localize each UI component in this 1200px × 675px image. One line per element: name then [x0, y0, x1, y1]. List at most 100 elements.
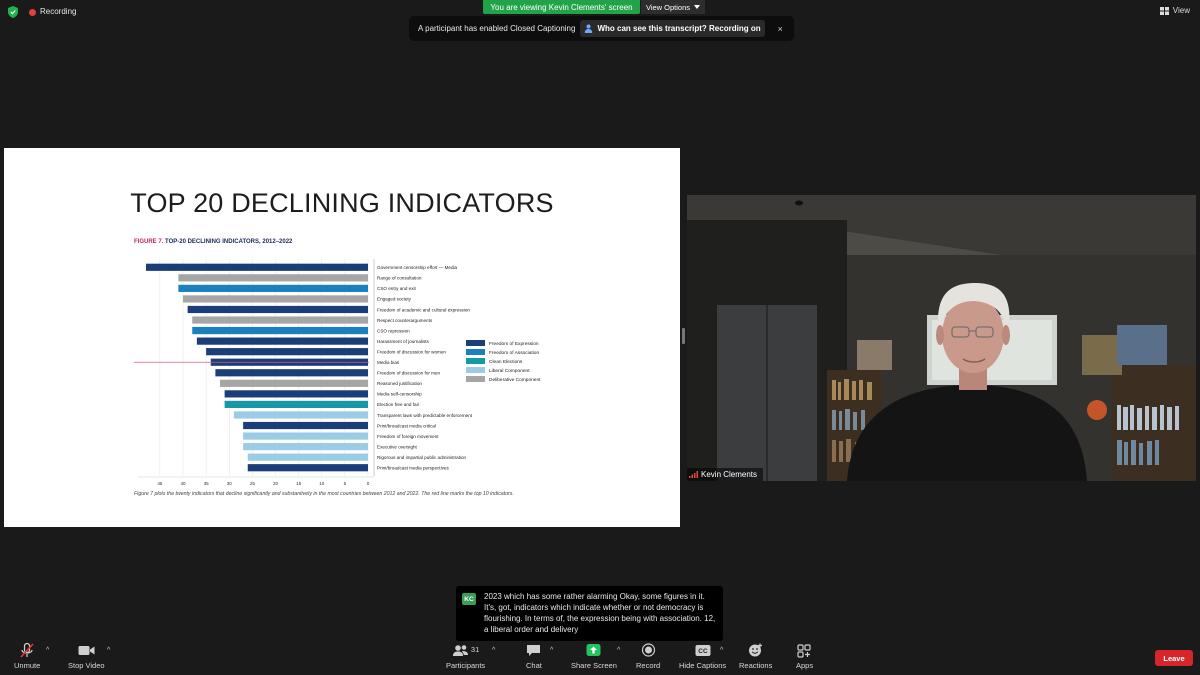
apps-button[interactable]: Apps: [796, 643, 813, 673]
view-grid-icon: [1159, 6, 1169, 15]
apps-label: Apps: [796, 661, 814, 670]
category-label: CSO repression: [377, 328, 410, 333]
category-label: Election free and fair: [377, 402, 420, 407]
bar-16: [243, 421, 368, 430]
bar-15: [233, 411, 368, 419]
who-can-see-transcript-button[interactable]: Who can see this transcript? Recording o…: [580, 20, 765, 37]
category-label: Print/broadcast media perspectives: [377, 466, 449, 471]
closed-captions-icon: CC: [695, 645, 711, 656]
category-label: Rigorous and impartial public administra…: [377, 455, 467, 460]
close-notice-button[interactable]: ×: [778, 24, 783, 34]
cc-notice-message: A participant has enabled Closed Caption…: [418, 24, 576, 33]
bar-9: [206, 348, 368, 356]
category-label: Harassment of journalists: [377, 339, 430, 344]
category-label: Transparent laws with predictable enforc…: [377, 413, 473, 418]
bar-1: [146, 263, 368, 271]
chevron-down-icon: [694, 5, 701, 9]
video-options-caret[interactable]: ^: [107, 647, 110, 654]
audio-options-caret[interactable]: ^: [46, 647, 49, 654]
signal-strength-icon: [689, 471, 698, 478]
bar-19: [247, 453, 368, 461]
legend-label: Freedom of Expression: [489, 341, 539, 347]
x-tick-label: 40: [180, 481, 186, 486]
category-label: Print/broadcast media critical: [377, 423, 436, 428]
reactions-label: Reactions: [739, 661, 773, 670]
live-captions-panel: KC 2023 which has some rather alarming O…: [456, 586, 723, 641]
speaker-name-tag: Kevin Clements: [687, 468, 764, 481]
category-label: Freedom of foreign movement: [377, 434, 439, 439]
bar-2: [178, 274, 368, 282]
stop-video-button[interactable]: Stop Video: [68, 643, 105, 673]
bar-6: [192, 316, 368, 324]
participants-options-caret[interactable]: ^: [492, 647, 495, 654]
security-shield-icon[interactable]: [8, 6, 18, 18]
declining-indicators-chart: Government censorship effort — Media Rang…: [134, 259, 541, 486]
meeting-toolbar: Unmute ^ Stop Video ^ 31 Participants ^ …: [0, 641, 1200, 675]
reactions-button[interactable]: Reactions: [739, 643, 772, 673]
legend-label: Liberal Component: [489, 368, 530, 374]
category-label: Freedom of discussion for women: [377, 349, 446, 354]
participants-button[interactable]: 31 Participants: [446, 643, 485, 673]
category-label: Freedom of discussion for men: [377, 371, 441, 376]
category-label: Range of consultation: [377, 276, 422, 281]
record-button[interactable]: Record: [636, 643, 660, 673]
chat-button[interactable]: Chat: [526, 643, 542, 673]
video-camera-icon: [78, 646, 95, 655]
hide-captions-label: Hide Captions: [679, 661, 727, 670]
view-options-label: View Options: [645, 2, 691, 12]
legend-label: Freedom of Association: [489, 350, 539, 356]
bar-14: [224, 400, 368, 409]
view-label: View: [1172, 6, 1190, 15]
speaker-video[interactable]: Kevin Clements: [687, 195, 1196, 481]
x-tick-label: 20: [273, 481, 279, 486]
apps-icon: [797, 644, 811, 658]
viewing-screen-banner: You are viewing Kevin Clements' screen: [483, 0, 640, 14]
bar-13: [224, 390, 368, 398]
bar-18: [243, 443, 368, 451]
legend-swatch: [466, 349, 485, 355]
who-can-see-transcript-label: Who can see this transcript? Recording o…: [597, 24, 761, 33]
record-icon: [641, 643, 655, 657]
legend-swatch: [466, 340, 485, 346]
x-tick-label: 5: [344, 481, 347, 486]
participants-icon: [452, 645, 468, 656]
caption-text: 2023 which has some rather alarming Okay…: [484, 592, 716, 634]
chat-options-caret[interactable]: ^: [550, 647, 553, 654]
cc-icon-text: CC: [698, 648, 708, 655]
unmute-button[interactable]: Unmute: [14, 643, 40, 673]
view-options-button[interactable]: View Options: [641, 0, 705, 14]
panel-resize-handle[interactable]: [682, 328, 685, 344]
speaker-name: Kevin Clements: [701, 470, 758, 479]
share-screen-button[interactable]: Share Screen: [571, 643, 617, 673]
x-tick-label: 45: [157, 481, 163, 486]
x-tick-label: 0: [367, 481, 370, 486]
share-options-caret[interactable]: ^: [617, 647, 620, 654]
bar-7: [192, 326, 368, 335]
category-label: Executive oversight: [377, 444, 418, 449]
share-screen-icon: [586, 644, 601, 656]
view-button[interactable]: View: [1159, 6, 1190, 15]
bar-5: [187, 305, 368, 314]
category-label: Media self-censorship: [377, 392, 422, 397]
x-tick-label: 25: [250, 481, 256, 486]
bar-12: [220, 379, 368, 387]
chat-bubble-icon: [527, 645, 541, 656]
participants-count: 31: [470, 644, 480, 654]
category-label: Freedom of academic and cultural express…: [377, 307, 470, 312]
participants-label: Participants: [446, 661, 486, 670]
shared-screen-slide: TOP 20 DECLINING INDICATORS FIGURE 7. TO…: [4, 148, 680, 527]
x-tick-label: 30: [227, 481, 233, 486]
x-tick-label: 10: [319, 481, 325, 486]
leave-meeting-button[interactable]: Leave: [1155, 650, 1193, 666]
category-label: Engaged society: [377, 297, 412, 302]
chat-label: Chat: [526, 661, 542, 670]
share-screen-label: Share Screen: [571, 661, 617, 670]
microphone-muted-icon: [20, 643, 34, 658]
legend-label: Deliberative Component: [489, 377, 541, 383]
x-tick-label: 35: [204, 481, 210, 486]
bar-20: [247, 464, 368, 472]
category-label: CSO entry and exit: [377, 286, 417, 291]
person-icon: [585, 24, 593, 33]
captions-options-caret[interactable]: ^: [720, 647, 723, 654]
x-tick-label: 15: [296, 481, 302, 486]
